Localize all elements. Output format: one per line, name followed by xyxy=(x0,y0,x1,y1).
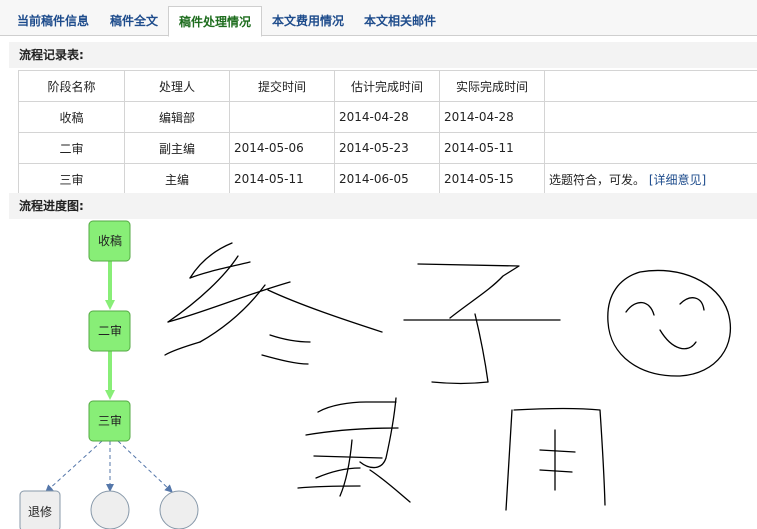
branch-arrow xyxy=(45,440,103,493)
handwritten-doodle xyxy=(164,242,732,511)
flow-node-pending xyxy=(90,490,130,529)
flow-node-third-review: 三审 xyxy=(88,400,131,442)
node-label: 收稿 xyxy=(98,233,122,248)
flow-node-pending xyxy=(159,490,199,529)
branch-arrow xyxy=(117,440,173,493)
node-label: 退修 xyxy=(28,504,52,519)
progress-flowchart: 收稿 二审 三审 退修 xyxy=(19,220,732,529)
node-label: 三审 xyxy=(98,413,122,428)
flow-node-received: 收稿 xyxy=(88,220,131,262)
node-label: 二审 xyxy=(98,323,122,338)
flow-node-revision: 退修 xyxy=(19,490,61,529)
flow-node-second-review: 二审 xyxy=(88,310,131,352)
